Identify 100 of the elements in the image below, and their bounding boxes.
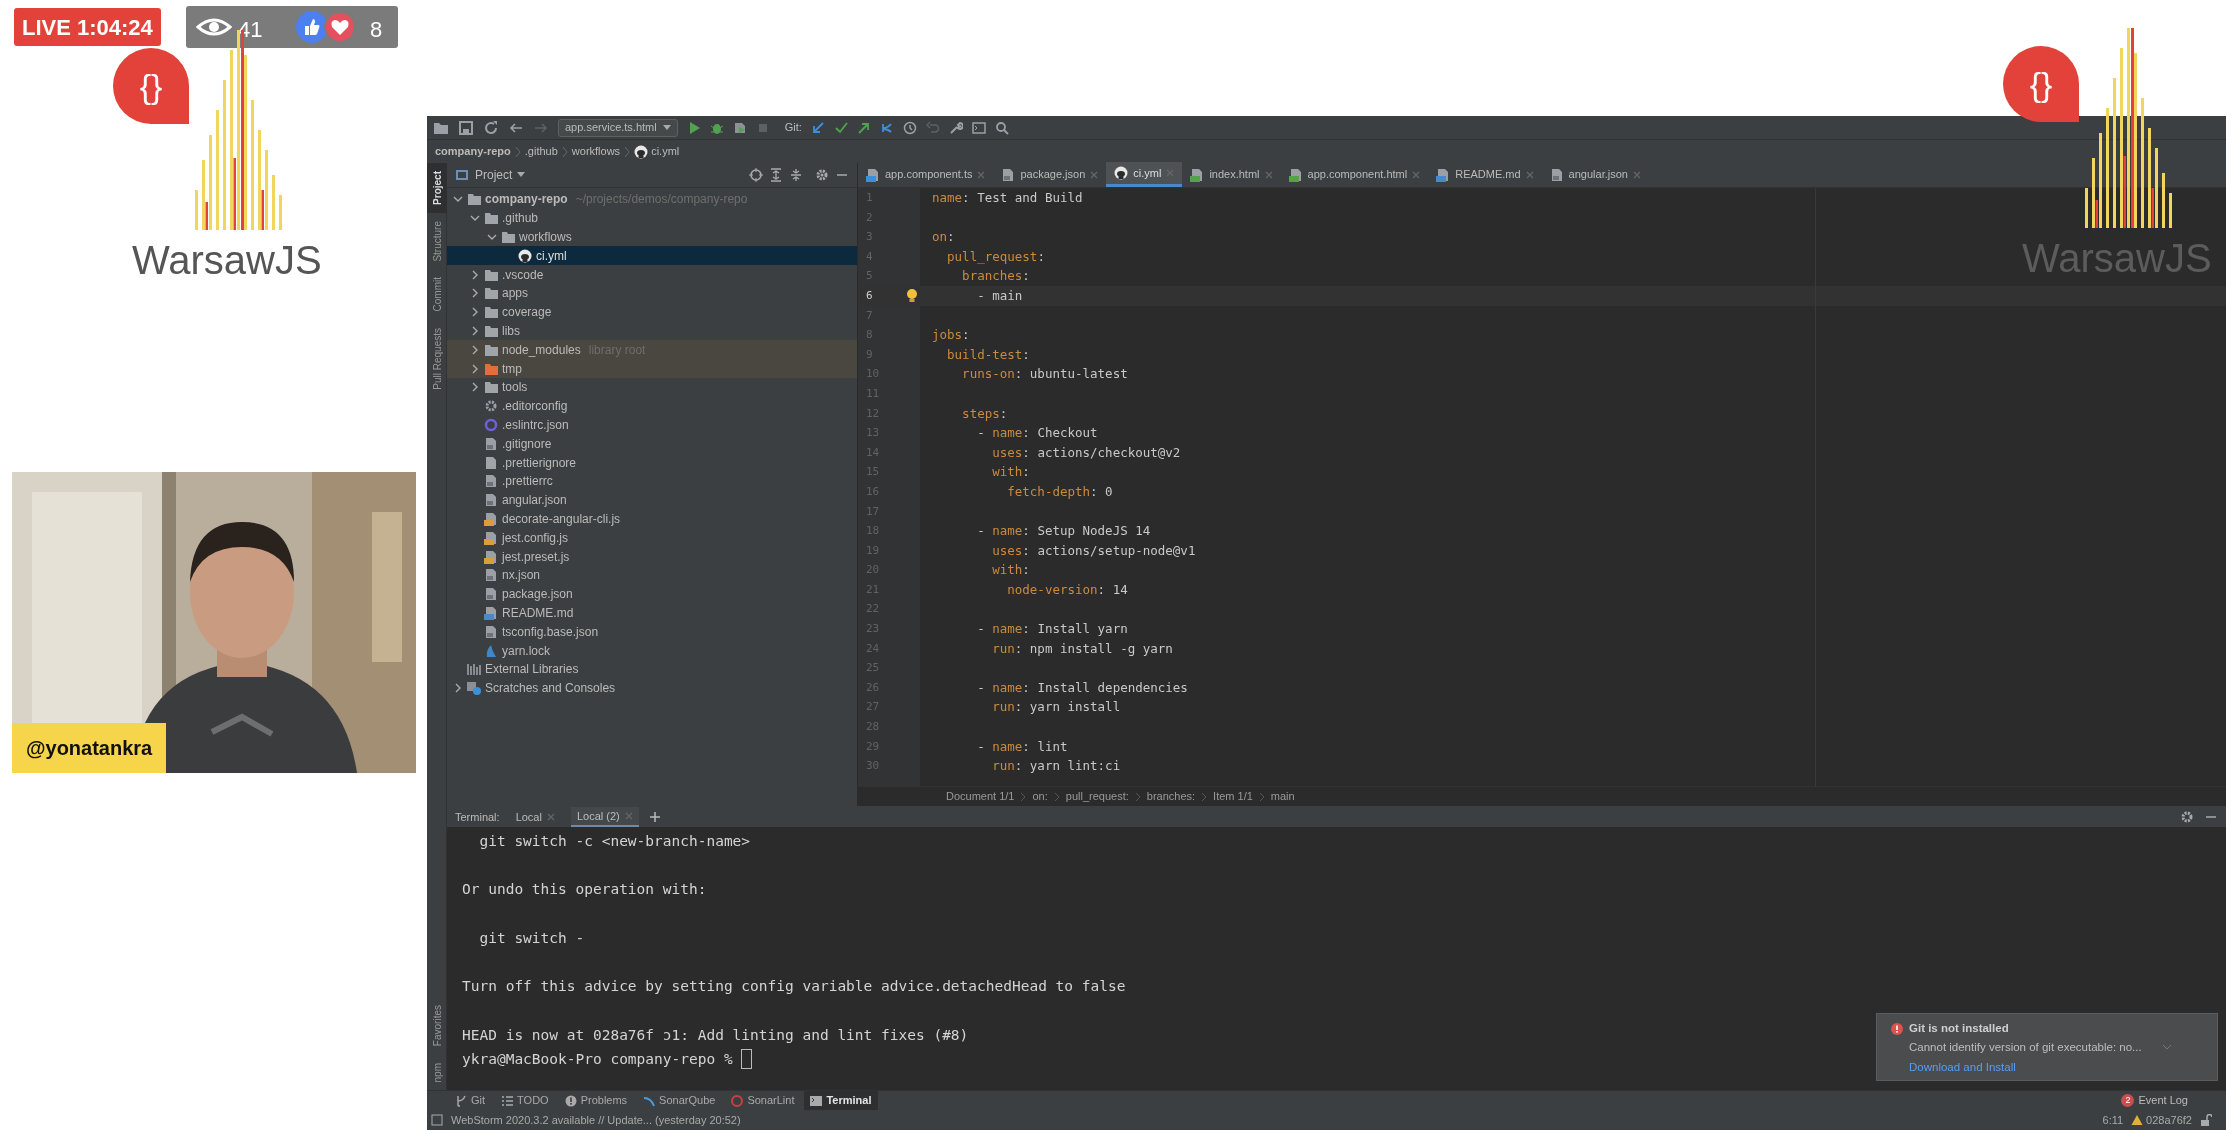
update-arrow-icon[interactable] — [810, 120, 825, 135]
editor-tab[interactable]: app.component.ts — [858, 162, 994, 187]
lock-icon[interactable] — [2200, 1114, 2212, 1126]
tree-item[interactable]: nx.json — [447, 565, 857, 585]
chevron-right-icon[interactable] — [470, 325, 480, 336]
tool-window-tab[interactable]: SonarLint — [725, 1090, 801, 1111]
side-tab[interactable]: npm — [427, 1054, 447, 1090]
tree-item[interactable]: README.md — [447, 603, 857, 623]
tree-item[interactable]: ci.yml — [447, 246, 857, 266]
status-message[interactable]: WebStorm 2020.3.2 available // Update... (yesterday 20:52) — [451, 1111, 741, 1129]
side-tab[interactable]: Pull Requests — [427, 319, 447, 398]
project-view-dropdown[interactable]: Project — [475, 166, 526, 184]
tree-item[interactable]: .editorconfig — [447, 396, 857, 416]
tool-window-tab[interactable]: Git — [449, 1090, 492, 1111]
tool-window-tab[interactable]: SonarQube — [637, 1090, 722, 1111]
tree-item[interactable]: libs — [447, 321, 857, 341]
tree-item[interactable]: tsconfig.base.json — [447, 622, 857, 642]
editor-tab[interactable]: package.json — [993, 162, 1107, 187]
tree-item[interactable]: tmp — [447, 359, 857, 378]
breadcrumb-item[interactable]: pull_request: — [1065, 788, 1129, 805]
editor-tab[interactable]: README.md — [1428, 162, 1542, 187]
refresh-icon[interactable] — [483, 119, 499, 136]
chevron-right-icon[interactable] — [470, 363, 480, 374]
chevron-icon — [1201, 791, 1208, 802]
breadcrumb-item[interactable]: on: — [1032, 788, 1048, 805]
breadcrumb-item[interactable]: workflows — [571, 143, 621, 160]
tree-item[interactable]: jest.config.js — [447, 528, 857, 548]
side-tab[interactable]: Project — [427, 163, 447, 213]
side-tab[interactable]: Favorites — [427, 997, 447, 1055]
collapse-all-icon[interactable] — [789, 168, 803, 182]
breadcrumb-item[interactable]: ci.yml — [634, 143, 680, 160]
chevron-right-icon[interactable] — [453, 683, 463, 694]
tree-item[interactable]: package.json — [447, 584, 857, 604]
tree-item[interactable]: angular.json — [447, 490, 857, 510]
lightbulb-icon[interactable] — [906, 288, 918, 303]
tree-item[interactable]: .prettierrc — [447, 471, 857, 491]
terminal-prompt: ykra@MacBook-Pro company-repo % — [462, 1049, 733, 1069]
side-tab[interactable]: Commit — [427, 269, 447, 320]
tree-item[interactable]: jest.preset.js — [447, 547, 857, 566]
breadcrumb-item[interactable]: company-repo — [435, 143, 511, 160]
chevron-right-icon[interactable] — [470, 288, 480, 299]
tool-window-tab[interactable]: TODO — [495, 1090, 555, 1111]
editor-tab[interactable]: angular.json — [1541, 162, 1649, 187]
settings-icon[interactable] — [815, 168, 829, 182]
breadcrumb-item[interactable]: branches: — [1146, 788, 1196, 805]
tree-item[interactable]: .vscode — [447, 265, 857, 284]
session-tab[interactable]: Local — [509, 807, 561, 827]
chevron-right-icon[interactable] — [470, 269, 480, 280]
chevron-right-icon[interactable] — [470, 382, 480, 393]
js-file-icon — [484, 549, 498, 564]
file-icon — [484, 568, 498, 583]
yarn-icon — [484, 643, 498, 658]
chevron-down-icon[interactable] — [487, 232, 497, 242]
tree-item[interactable]: Scratches and Consoles — [447, 678, 857, 698]
expand-all-icon[interactable] — [769, 168, 783, 182]
settings-icon[interactable] — [2180, 810, 2194, 824]
clock-icon[interactable] — [902, 120, 917, 135]
tree-item[interactable]: .eslintrc.json — [447, 415, 857, 435]
run-config-dropdown[interactable]: app.service.ts.html — [558, 118, 678, 137]
panel-toggle-icon[interactable] — [431, 1114, 443, 1126]
editor-tab[interactable]: index.html — [1182, 162, 1281, 187]
chevron-right-icon[interactable] — [470, 307, 480, 318]
breadcrumb-item[interactable]: .github — [524, 143, 558, 160]
crosshair-icon[interactable] — [749, 168, 763, 182]
tree-item[interactable]: External Libraries — [447, 659, 857, 679]
chevron-right-icon[interactable] — [470, 344, 480, 355]
html-file-icon — [1288, 167, 1303, 182]
tree-item[interactable]: yarn.lock — [447, 641, 857, 660]
save-icon[interactable] — [458, 119, 474, 136]
branch-widget[interactable]: 028a76f2 — [2131, 1111, 2192, 1129]
side-tab[interactable]: Structure — [427, 212, 447, 270]
editor-tab[interactable]: app.component.html — [1280, 162, 1429, 187]
tree-item[interactable]: workflows — [447, 227, 857, 247]
folder-icon — [484, 305, 498, 320]
breadcrumb-item[interactable]: main — [1270, 788, 1295, 805]
breadcrumb-item[interactable]: Item 1/1 — [1213, 788, 1253, 805]
reaction-count: 8 — [370, 16, 383, 44]
tool-window-tab[interactable]: Terminal — [804, 1090, 878, 1111]
wrench-icon[interactable] — [948, 120, 963, 135]
push-arrow-icon[interactable] — [856, 120, 871, 135]
download-link[interactable]: Download and Install — [1891, 1058, 2016, 1076]
tree-item[interactable]: .gitignore — [447, 434, 857, 454]
cursor-position[interactable]: 6:11 — [2102, 1111, 2124, 1129]
tree-item[interactable]: apps — [447, 284, 857, 303]
terminal-window-icon[interactable] — [971, 120, 986, 135]
tree-item[interactable]: tools — [447, 377, 857, 397]
breadcrumb-item[interactable]: Document 1/1 — [946, 788, 1015, 805]
tree-item[interactable]: .prettierignore — [447, 453, 857, 472]
tree-item[interactable]: decorate-angular-cli.js — [447, 509, 857, 529]
session-tab[interactable]: Local (2) — [570, 807, 639, 827]
check-icon[interactable] — [833, 120, 848, 135]
editor-tab[interactable]: ci.yml — [1106, 162, 1183, 187]
coverage-icon[interactable] — [732, 120, 747, 135]
tool-window-tab[interactable]: Problems — [558, 1090, 634, 1111]
search-icon[interactable] — [994, 120, 1009, 135]
tree-item[interactable]: .github — [447, 208, 857, 228]
event-log-button[interactable]: 2 Event Log — [2121, 1092, 2188, 1109]
plus-icon[interactable] — [648, 811, 661, 823]
tree-item[interactable]: coverage — [447, 302, 857, 322]
sonarlint-icon — [731, 1094, 744, 1107]
